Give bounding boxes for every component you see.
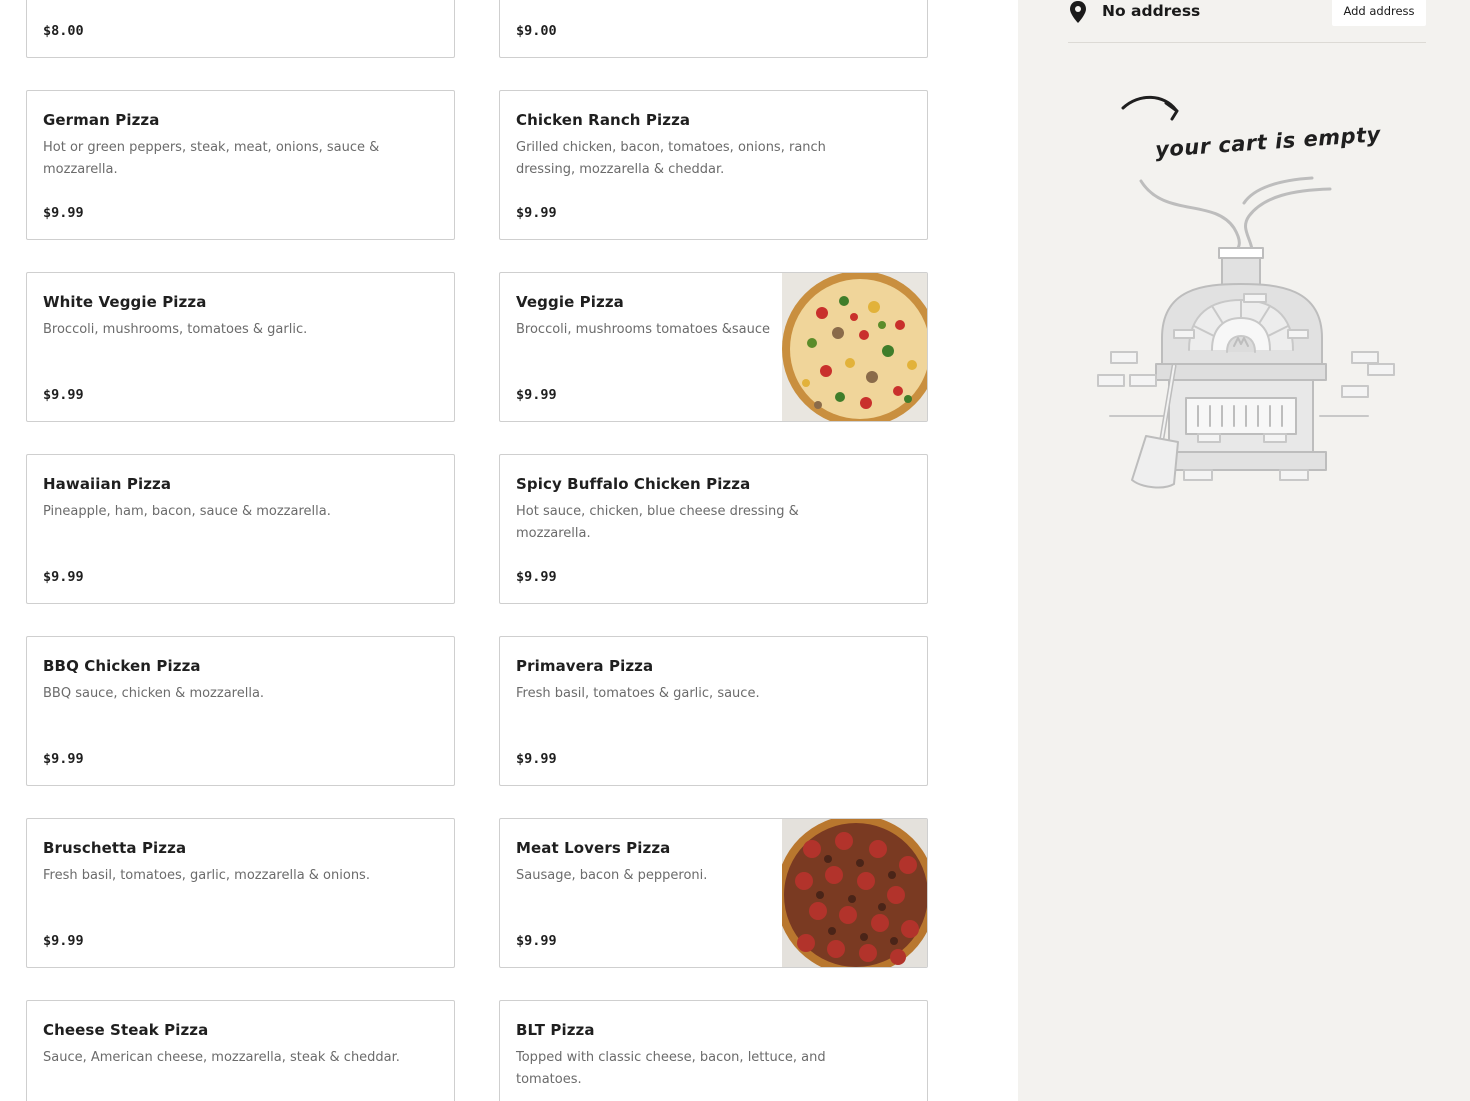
veggie-pizza-photo (782, 273, 927, 421)
menu-item-card[interactable]: $8.00 (26, 0, 455, 58)
item-description: BBQ sauce, chicken & mozzarella. (43, 686, 265, 701)
menu-item-card[interactable]: Chicken Ranch Pizza Grilled chicken, bac… (499, 90, 928, 240)
item-price: $9.99 (516, 205, 557, 221)
item-name: Hawaiian Pizza (43, 475, 172, 493)
item-name: Cheese Steak Pizza (43, 1021, 209, 1039)
item-price: $9.99 (516, 933, 557, 949)
item-price: $9.99 (43, 933, 84, 949)
item-description: Broccoli, mushrooms tomatoes &sauce (516, 322, 771, 337)
address-status: No address (1102, 2, 1201, 20)
item-price: $9.99 (516, 569, 557, 585)
cart-panel: No address Add address your cart is empt… (1018, 0, 1470, 1101)
item-name: BBQ Chicken Pizza (43, 657, 201, 675)
item-name: White Veggie Pizza (43, 293, 207, 311)
item-price: $9.99 (516, 387, 557, 403)
menu-item-card[interactable]: Veggie Pizza Broccoli, mushrooms tomatoe… (499, 272, 928, 422)
item-description: Hot or green peppers, steak, meat, onion… (43, 140, 380, 177)
item-description: Topped with classic cheese, bacon, lettu… (516, 1050, 826, 1087)
menu-item-card[interactable]: Spicy Buffalo Chicken Pizza Hot sauce, c… (499, 454, 928, 604)
menu-item-card[interactable]: $9.00 (499, 0, 928, 58)
item-description: Broccoli, mushrooms, tomatoes & garlic. (43, 322, 308, 337)
meat-lovers-pizza-photo (782, 819, 927, 967)
item-price: $9.99 (43, 387, 84, 403)
item-description: Fresh basil, tomatoes, garlic, mozzarell… (43, 868, 370, 883)
location-pin-icon (1068, 0, 1088, 24)
add-address-button[interactable]: Add address (1332, 0, 1426, 26)
item-price: $9.99 (43, 751, 84, 767)
item-name: Primavera Pizza (516, 657, 654, 675)
menu-item-card[interactable]: Cheese Steak Pizza Sauce, American chees… (26, 1000, 455, 1101)
menu-item-card[interactable]: Hawaiian Pizza Pineapple, ham, bacon, sa… (26, 454, 455, 604)
item-description: Fresh basil, tomatoes & garlic, sauce. (516, 686, 760, 701)
menu-item-card[interactable]: BBQ Chicken Pizza BBQ sauce, chicken & m… (26, 636, 455, 786)
item-price: $9.99 (516, 751, 557, 767)
item-description: Sauce, American cheese, mozzarella, stea… (43, 1050, 400, 1065)
menu-item-card[interactable]: Bruschetta Pizza Fresh basil, tomatoes, … (26, 818, 455, 968)
item-description: Sausage, bacon & pepperoni. (516, 868, 708, 883)
address-row: No address Add address (1068, 0, 1426, 43)
item-name: Veggie Pizza (516, 293, 624, 311)
item-name: Spicy Buffalo Chicken Pizza (516, 475, 751, 493)
item-name: German Pizza (43, 111, 160, 129)
item-price: $9.99 (43, 569, 84, 585)
item-name: BLT Pizza (516, 1021, 595, 1039)
item-price: $9.99 (43, 205, 84, 221)
item-name: Chicken Ranch Pizza (516, 111, 691, 129)
item-description: Hot sauce, chicken, blue cheese dressing… (516, 504, 799, 541)
menu-item-card[interactable]: BLT Pizza Topped with classic cheese, ba… (499, 1000, 928, 1101)
menu-item-card[interactable]: Primavera Pizza Fresh basil, tomatoes & … (499, 636, 928, 786)
item-description: Pineapple, ham, bacon, sauce & mozzarell… (43, 504, 331, 519)
item-description: Grilled chicken, bacon, tomatoes, onions… (516, 140, 826, 177)
menu-item-card[interactable]: German Pizza Hot or green peppers, steak… (26, 90, 455, 240)
item-name: Bruschetta Pizza (43, 839, 187, 857)
item-name: Meat Lovers Pizza (516, 839, 671, 857)
item-price: $9.00 (516, 23, 557, 39)
item-price: $8.00 (43, 23, 84, 39)
menu-item-card[interactable]: Meat Lovers Pizza Sausage, bacon & peppe… (499, 818, 928, 968)
menu-list: $8.00 $9.00 German Pizza Hot or green pe… (0, 0, 1018, 1101)
menu-item-card[interactable]: White Veggie Pizza Broccoli, mushrooms, … (26, 272, 455, 422)
